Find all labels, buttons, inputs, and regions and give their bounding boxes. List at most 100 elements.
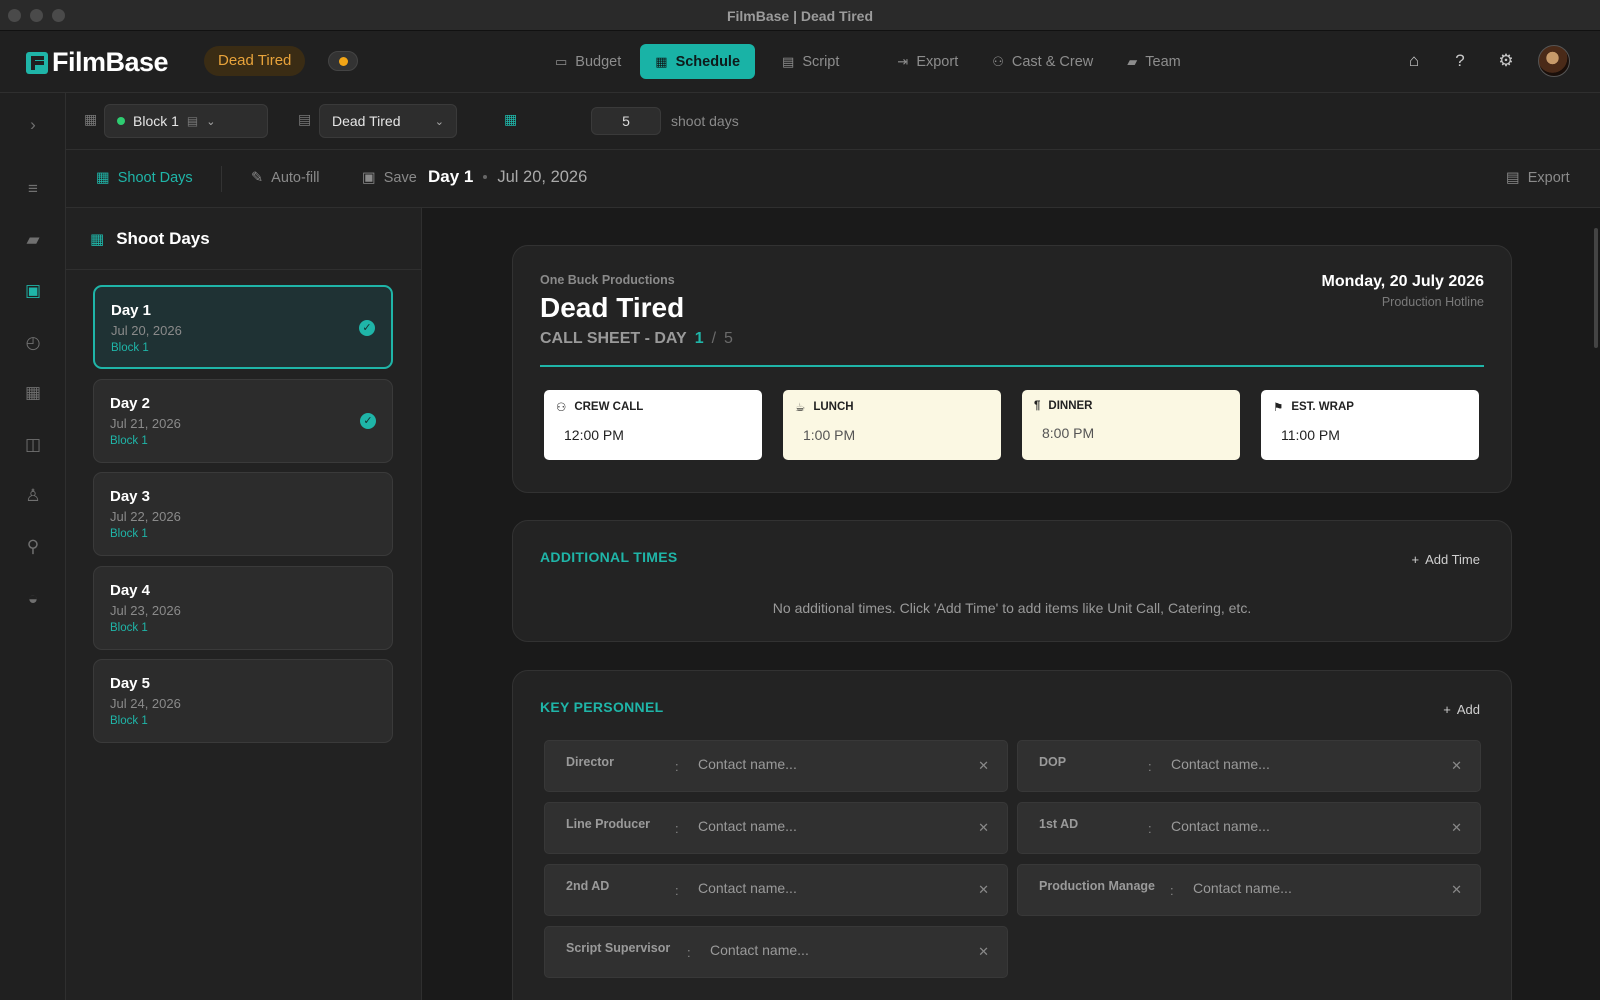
tab-cast-crew[interactable]: ⚇ Cast & Crew — [977, 44, 1108, 79]
shoot-days-sidebar: ▦ Shoot Days Day 1 Jul 20, 2026 Block 1 … — [66, 208, 422, 1000]
clapperboard-icon[interactable]: ▰ — [23, 230, 43, 250]
key-personnel-section: KEY PERSONNEL + Add Director : Contact na… — [512, 670, 1512, 1000]
wrap-time[interactable]: 11:00 PM — [1281, 427, 1467, 443]
day-toolbar: ▦ Shoot Days ✎ Auto-fill ▣ Save Day 1 Jul 2… — [66, 150, 1600, 208]
close-icon[interactable]: ✕ — [1451, 758, 1462, 774]
plus-icon: + — [1443, 702, 1451, 717]
production-title: Dead Tired — [540, 292, 685, 323]
filmbase-logo-icon — [26, 51, 48, 74]
window-title: FilmBase | Dead Tired — [726, 8, 874, 24]
chevron-down-icon: ⌄ — [434, 115, 444, 128]
close-icon[interactable]: ✕ — [1451, 820, 1462, 836]
avatar[interactable] — [1538, 45, 1570, 77]
chevron-right-icon[interactable]: › — [23, 115, 43, 135]
tab-team[interactable]: ▰ Team — [1112, 44, 1195, 79]
plus-icon: + — [1411, 552, 1420, 567]
personnel-row-production-manager: Production Manage : Contact name... ✕ — [1017, 864, 1481, 916]
status-toggle[interactable] — [328, 51, 358, 71]
contact-input[interactable]: Contact name... — [1193, 880, 1292, 896]
block-select[interactable]: Block 1 ▤ ⌄ — [104, 104, 268, 138]
project-badge[interactable]: Dead Tired — [204, 46, 306, 76]
call-sheet-day-label: CALL SHEET - DAY 1 / 5 — [540, 330, 733, 347]
calendar-icon: ▦ — [90, 230, 105, 248]
day-card-2[interactable]: Day 2 Jul 21, 2026 Block 1 ✓ — [93, 379, 393, 463]
add-personnel-button[interactable]: + Add — [1443, 702, 1480, 717]
shoot-days-input[interactable]: 5 — [591, 107, 661, 135]
shoot-days-button[interactable]: ▦ Shoot Days — [96, 170, 193, 186]
close-icon[interactable]: ✕ — [978, 882, 989, 898]
close-icon[interactable]: ✕ — [1451, 882, 1462, 898]
window-titlebar: FilmBase | Dead Tired — [0, 0, 1600, 31]
top-navigation: FilmBase Dead Tired ▭ Budget ▦ Schedule ▤ S… — [0, 31, 1600, 93]
day-card-4[interactable]: Day 4 Jul 23, 2026 Block 1 — [93, 566, 393, 650]
people-icon: ⚇ — [556, 402, 567, 414]
contact-input[interactable]: Contact name... — [710, 942, 809, 958]
production-hotline: Production Hotline — [1381, 295, 1484, 309]
contact-input[interactable]: Contact name... — [698, 756, 797, 772]
shoot-days-label: shoot days — [671, 113, 739, 129]
lunch-time[interactable]: 1:00 PM — [803, 427, 989, 443]
gallery-icon[interactable]: ◫ — [23, 435, 43, 455]
empty-state-text: No additional times. Click 'Add Time' to… — [772, 600, 1252, 616]
contact-input[interactable]: Contact name... — [1171, 818, 1270, 834]
lunch-card[interactable]: ☕ LUNCH 1:00 PM — [783, 390, 1001, 460]
add-time-button[interactable]: + Add Time — [1411, 552, 1480, 567]
tab-export[interactable]: ⇥ Export — [882, 44, 973, 79]
calendar-icon: ▦ — [504, 111, 518, 127]
close-icon[interactable]: ✕ — [978, 758, 989, 774]
check-circle-icon: ✓ — [360, 413, 376, 429]
scrollbar[interactable] — [1594, 228, 1598, 348]
schedule-toolbar: ▦ Block 1 ▤ ⌄ ▤ Dead Tired ⌄ ▦ 5 shoot d… — [66, 93, 1600, 150]
current-day-heading: Day 1 Jul 20, 2026 — [428, 167, 588, 186]
autofill-button[interactable]: ✎ Auto-fill — [251, 170, 320, 186]
script-icon: ▤ — [298, 111, 312, 127]
list-icon[interactable]: ≡ — [23, 179, 43, 199]
personnel-row-dop: DOP : Contact name... ✕ — [1017, 740, 1481, 792]
sidebar-header: ▦ Shoot Days — [66, 208, 421, 270]
calendar-icon: ▦ — [96, 170, 110, 186]
call-sheet-area: One Buck Productions Dead Tired CALL SHE… — [422, 208, 1600, 1000]
save-button[interactable]: ▣ Save — [362, 170, 417, 186]
home-icon[interactable]: ⌂ — [1400, 47, 1428, 75]
script-icon: ▤ — [186, 114, 199, 128]
logo-text: FilmBase — [52, 47, 169, 77]
tab-script[interactable]: ▤ Script — [767, 44, 854, 79]
day-card-5[interactable]: Day 5 Jul 24, 2026 Block 1 — [93, 659, 393, 743]
day-card-1[interactable]: Day 1 Jul 20, 2026 Block 1 ✓ — [93, 285, 393, 369]
contact-input[interactable]: Contact name... — [698, 818, 797, 834]
magic-wand-icon: ✎ — [251, 170, 264, 186]
budget-icon: ▭ — [555, 53, 568, 69]
person-icon[interactable]: ♙ — [23, 486, 43, 506]
dinner-card[interactable]: ¶ DINNER 8:00 PM — [1022, 390, 1240, 460]
save-icon: ▣ — [362, 170, 376, 186]
day-card-3[interactable]: Day 3 Jul 22, 2026 Block 1 — [93, 472, 393, 556]
export-icon: ⇥ — [897, 53, 909, 69]
contact-input[interactable]: Contact name... — [1171, 756, 1270, 772]
call-sheet-date: Monday, 20 July 2026 Production Hotline — [1321, 273, 1484, 309]
close-icon[interactable]: ✕ — [978, 944, 989, 960]
export-button[interactable]: ▤ Export — [1506, 170, 1570, 186]
dinner-time[interactable]: 8:00 PM — [1042, 425, 1228, 441]
crew-call-card[interactable]: ⚇ CREW CALL 12:00 PM — [544, 390, 762, 460]
section-title: ADDITIONAL TIMES — [540, 549, 678, 565]
calendar-icon[interactable]: ▦ — [23, 383, 43, 403]
personnel-row-1st-ad: 1st AD : Contact name... ✕ — [1017, 802, 1481, 854]
contact-input[interactable]: Contact name... — [698, 880, 797, 896]
gear-icon[interactable]: ⚙ — [1492, 47, 1520, 75]
clipboard-icon[interactable]: ▣ — [23, 281, 43, 301]
left-rail: › ≡ ▰ ▣ ◴ ▦ ◫ ♙ ⚲ ◒ — [0, 93, 66, 1000]
status-dot-icon — [339, 57, 348, 66]
tab-budget[interactable]: ▭ Budget — [540, 44, 636, 79]
app-logo[interactable]: FilmBase — [26, 47, 169, 78]
script-select[interactable]: Dead Tired ⌄ — [319, 104, 457, 138]
crew-call-time[interactable]: 12:00 PM — [564, 427, 750, 443]
help-icon[interactable]: ? — [1446, 47, 1474, 75]
location-pin-icon[interactable]: ⚲ — [23, 537, 43, 557]
utensils-icon: ¶ — [1034, 400, 1041, 412]
est-wrap-card[interactable]: ⚑ EST. WRAP 11:00 PM — [1261, 390, 1479, 460]
close-icon[interactable]: ✕ — [978, 820, 989, 836]
coffee-icon: ☕ — [795, 402, 806, 414]
tab-schedule[interactable]: ▦ Schedule — [640, 44, 756, 79]
car-icon[interactable]: ◒ — [23, 589, 43, 609]
calendar-clock-icon[interactable]: ◴ — [23, 333, 43, 353]
